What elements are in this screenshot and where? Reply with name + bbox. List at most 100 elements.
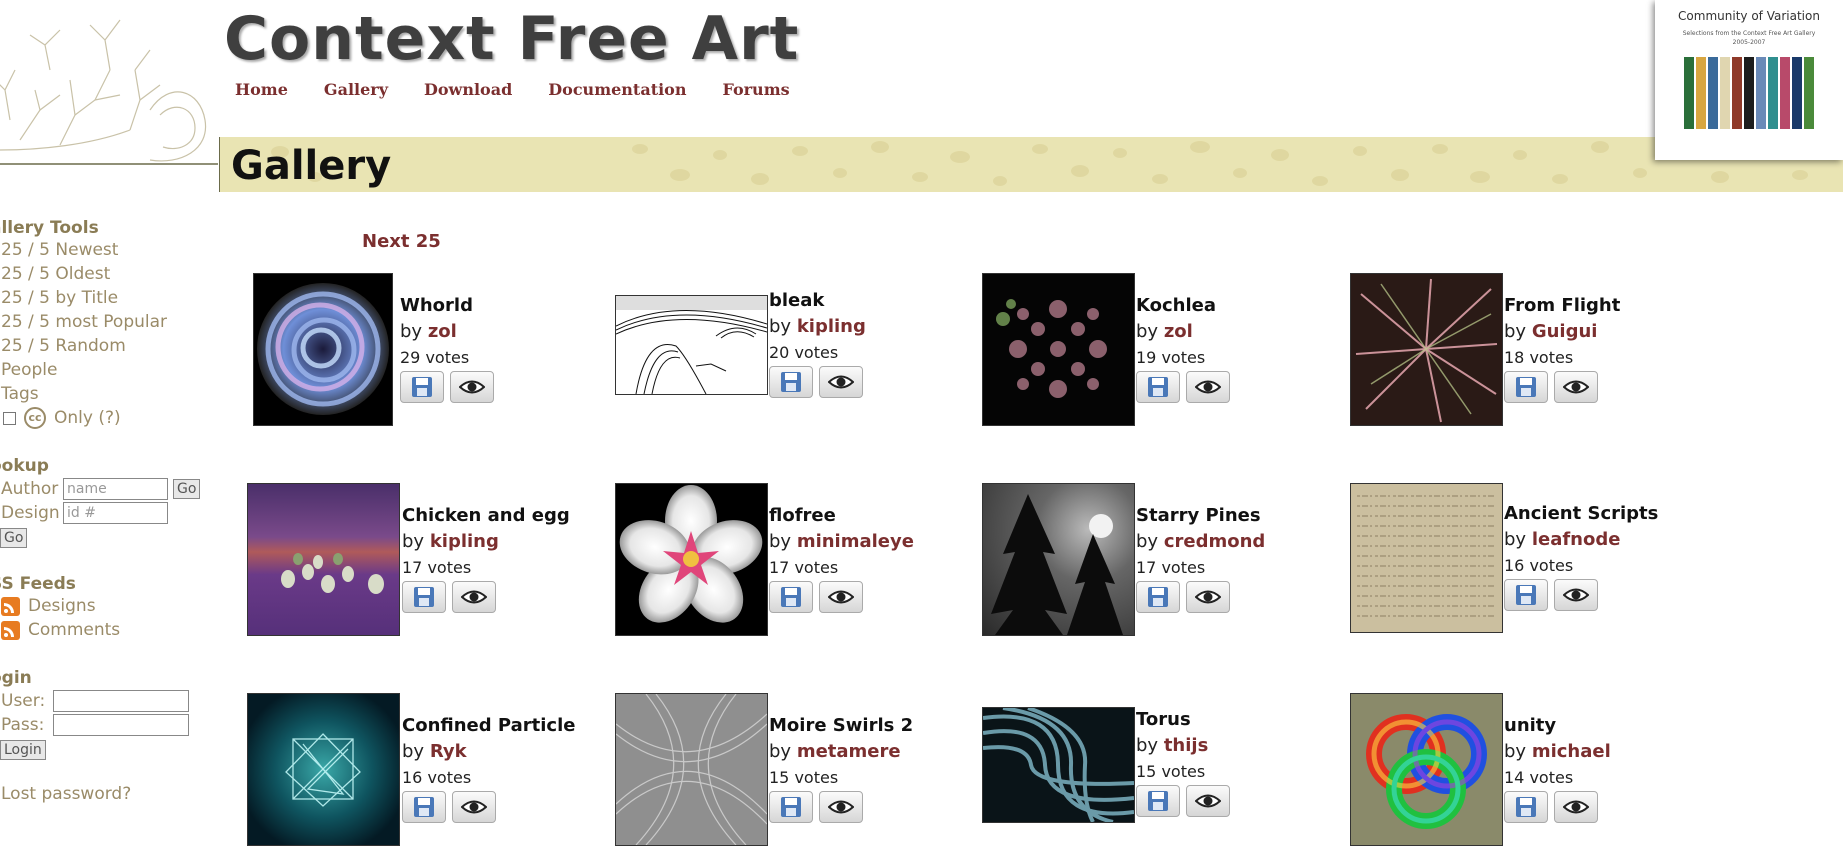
book-cover-strip (1804, 57, 1814, 129)
design-thumbnail[interactable] (1350, 483, 1503, 633)
gallery-item: Starry Pines by credmond 17 votes (982, 483, 1342, 643)
gallery-item: Kochlea by zol 19 votes (982, 273, 1342, 433)
password-input[interactable] (53, 714, 189, 736)
design-thumbnail[interactable] (1350, 273, 1503, 426)
save-button[interactable] (769, 366, 813, 398)
design-info: Whorld by zol 29 votes (400, 295, 494, 403)
next-25-link[interactable]: Next 25 (362, 231, 441, 252)
save-button[interactable] (769, 791, 813, 823)
author-link[interactable]: credmond (1164, 531, 1265, 552)
book-subtitle: Selections from the Context Free Art Gal… (1682, 30, 1816, 46)
view-button[interactable] (1186, 785, 1230, 817)
cc-only-checkbox[interactable] (3, 411, 16, 425)
design-id-input[interactable] (63, 502, 168, 524)
design-title[interactable]: flofree (769, 505, 914, 526)
view-button[interactable] (1186, 581, 1230, 613)
design-thumbnail[interactable] (615, 483, 768, 636)
save-button[interactable] (1504, 371, 1548, 403)
design-title[interactable]: bleak (769, 290, 866, 311)
design-title[interactable]: Torus (1136, 709, 1230, 730)
save-button[interactable] (400, 371, 444, 403)
rss-designs-link[interactable]: Designs (1, 594, 210, 618)
view-button[interactable] (1186, 371, 1230, 403)
design-actions (1136, 371, 1230, 403)
nav-download[interactable]: Download (424, 80, 512, 99)
design-title[interactable]: Confined Particle (402, 715, 575, 736)
design-title[interactable]: Starry Pines (1136, 505, 1265, 526)
username-input[interactable] (53, 690, 189, 712)
design-thumbnail[interactable] (982, 273, 1135, 426)
vote-count: 16 votes (1504, 556, 1574, 575)
author-link[interactable]: zol (428, 321, 457, 342)
eye-icon (459, 380, 485, 394)
nav-documentation[interactable]: Documentation (548, 80, 686, 99)
design-title[interactable]: Kochlea (1136, 295, 1230, 316)
save-button[interactable] (1136, 785, 1180, 817)
nav-home[interactable]: Home (235, 80, 288, 99)
tool-newest[interactable]: 25 / 5 Newest (1, 238, 210, 262)
nav-forums[interactable]: Forums (722, 80, 789, 99)
tool-people[interactable]: People (1, 358, 210, 382)
view-button[interactable] (819, 581, 863, 613)
author-link[interactable]: kipling (430, 531, 499, 552)
lost-password-link[interactable]: Lost password? (1, 782, 210, 806)
save-button[interactable] (769, 581, 813, 613)
save-button[interactable] (402, 791, 446, 823)
design-thumbnail[interactable] (253, 273, 393, 426)
design-thumbnail[interactable] (1350, 693, 1503, 846)
view-button[interactable] (1554, 579, 1598, 611)
tool-random[interactable]: 25 / 5 Random (1, 334, 210, 358)
cc-only-label[interactable]: Only (?) (54, 406, 121, 430)
design-thumbnail[interactable] (982, 707, 1135, 823)
rss-comments-link[interactable]: Comments (1, 618, 210, 642)
save-button[interactable] (402, 581, 446, 613)
gallery-item: Whorld by zol 29 votes (252, 273, 612, 433)
author-link[interactable]: thijs (1164, 735, 1208, 756)
design-thumbnail[interactable] (247, 483, 400, 636)
tool-most-popular[interactable]: 25 / 5 most Popular (1, 310, 210, 334)
view-button[interactable] (1554, 791, 1598, 823)
author-link[interactable]: Guigui (1532, 321, 1598, 342)
design-title[interactable]: From Flight (1504, 295, 1620, 316)
tool-by-title[interactable]: 25 / 5 by Title (1, 286, 210, 310)
vote-count: 29 votes (400, 348, 470, 367)
design-thumbnail[interactable] (982, 483, 1135, 636)
save-button[interactable] (1504, 579, 1548, 611)
author-link[interactable]: minimaleye (797, 531, 914, 552)
author-link[interactable]: leafnode (1532, 529, 1621, 550)
design-title[interactable]: unity (1504, 715, 1611, 736)
site-title[interactable]: Context Free Art (224, 4, 799, 74)
view-button[interactable] (819, 366, 863, 398)
tool-tags[interactable]: Tags (1, 382, 210, 406)
author-link[interactable]: michael (1532, 741, 1611, 762)
author-link[interactable]: metamere (797, 741, 901, 762)
author-input[interactable] (63, 478, 168, 500)
author-link[interactable]: zol (1164, 321, 1193, 342)
design-title[interactable]: Whorld (400, 295, 494, 316)
design-title[interactable]: Moire Swirls 2 (769, 715, 913, 736)
view-button[interactable] (450, 371, 494, 403)
author-link[interactable]: kipling (797, 316, 866, 337)
view-button[interactable] (452, 581, 496, 613)
view-button[interactable] (819, 791, 863, 823)
banner-texture (271, 141, 1808, 186)
design-thumbnail[interactable] (615, 295, 768, 395)
login-button[interactable]: Login (0, 740, 46, 760)
author-link[interactable]: Ryk (430, 741, 467, 762)
save-button[interactable] (1136, 581, 1180, 613)
design-go-button[interactable]: Go (0, 528, 28, 548)
design-thumbnail[interactable] (247, 693, 400, 846)
nav-gallery[interactable]: Gallery (324, 80, 388, 99)
tool-oldest[interactable]: 25 / 5 Oldest (1, 262, 210, 286)
save-button[interactable] (1136, 371, 1180, 403)
gallery-item: bleak by kipling 20 votes (615, 273, 975, 433)
design-thumbnail[interactable] (615, 693, 768, 846)
design-title[interactable]: Chicken and egg (402, 505, 570, 526)
design-title[interactable]: Ancient Scripts (1504, 503, 1658, 524)
view-button[interactable] (1554, 371, 1598, 403)
view-button[interactable] (452, 791, 496, 823)
eye-icon (1195, 380, 1221, 394)
book-cover-ad[interactable]: Community of Variation Selections from t… (1655, 0, 1843, 160)
author-go-button[interactable]: Go (173, 479, 201, 499)
save-button[interactable] (1504, 791, 1548, 823)
